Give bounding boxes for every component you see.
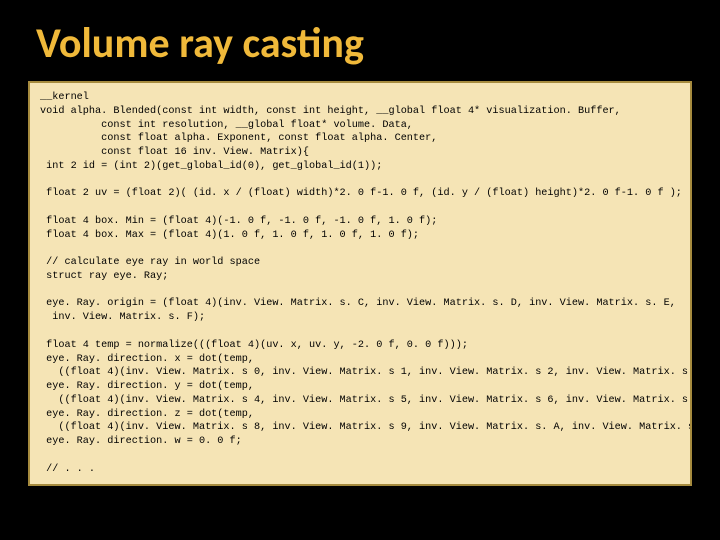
code-block: __kernel void alpha. Blended(const int w…: [28, 81, 692, 486]
slide-container: Volume ray casting __kernel void alpha. …: [0, 0, 720, 540]
slide-title: Volume ray casting: [36, 18, 692, 69]
